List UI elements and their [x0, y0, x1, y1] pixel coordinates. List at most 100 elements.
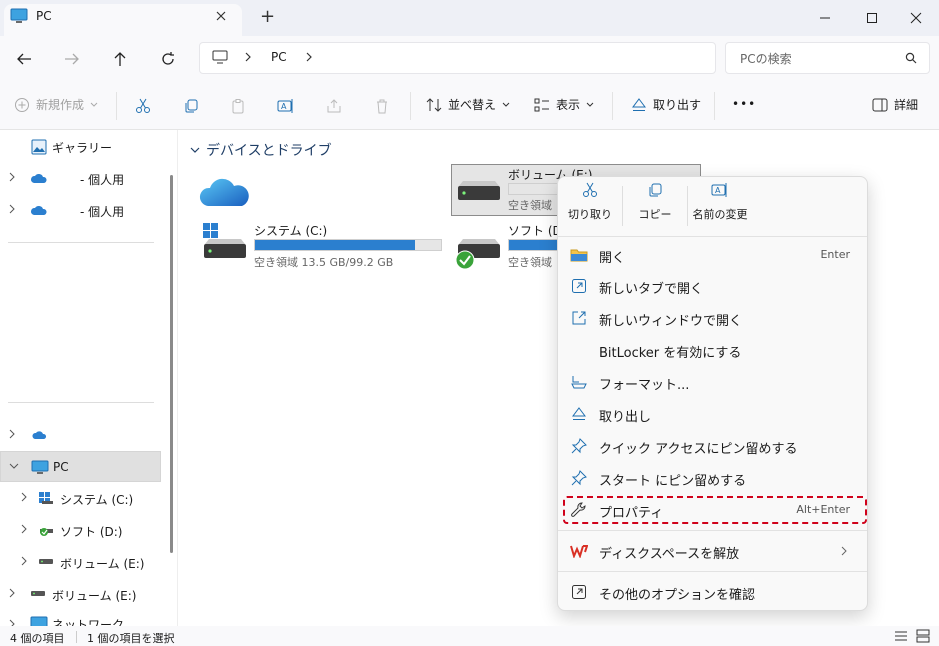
drive-e-usage-bar: [508, 183, 557, 195]
divider: [76, 631, 77, 643]
monitor-icon: [212, 50, 228, 64]
copy-icon[interactable]: [181, 96, 201, 116]
share-icon[interactable]: [324, 96, 344, 116]
nav-drive-e[interactable]: ボリューム (E:): [0, 547, 160, 577]
refresh-button[interactable]: [156, 48, 180, 70]
chevron-right-icon[interactable]: [243, 51, 253, 63]
nav-drive-d-label: ソフト (D:): [60, 525, 123, 539]
drive-check-icon: [40, 528, 53, 536]
chevron-down-icon: [9, 463, 19, 469]
details-button[interactable]: 詳細: [872, 96, 918, 113]
open-new-tab-icon: [570, 278, 588, 294]
view-button[interactable]: 表示: [534, 96, 594, 113]
sort-icon: [426, 97, 442, 112]
nav-network[interactable]: ネットワーク: [0, 611, 160, 626]
wps-icon: [570, 543, 588, 559]
nav-onedrive-2[interactable]: - 個人用: [0, 195, 160, 225]
nav-onedrive-3[interactable]: [0, 420, 160, 450]
cut-icon: [583, 182, 597, 197]
new-label: 新規作成: [36, 98, 85, 112]
ctx-rename-button[interactable]: A 名前の変更: [688, 182, 752, 232]
nav-onedrive-1[interactable]: - 個人用: [0, 163, 160, 193]
sort-button[interactable]: 並べ替え: [426, 96, 510, 113]
group-header-devices[interactable]: デバイスとドライブ: [190, 140, 332, 160]
delete-icon[interactable]: [372, 96, 392, 116]
chevron-right-icon: [9, 429, 15, 439]
ctx-pin-start-label: スタート にピン留めする: [599, 474, 747, 489]
minimize-button[interactable]: [802, 0, 848, 36]
sort-label: 並べ替え: [448, 98, 497, 112]
nav-pc-label: PC: [53, 460, 69, 474]
nav-drive-c[interactable]: システム (C:): [0, 483, 160, 513]
nav-gallery[interactable]: ギャラリー: [0, 131, 160, 161]
divider: [558, 236, 867, 237]
chevron-right-icon[interactable]: [304, 51, 314, 63]
forward-button[interactable]: [60, 48, 84, 70]
cut-icon[interactable]: [133, 96, 153, 116]
breadcrumb-pc[interactable]: PC: [271, 50, 287, 64]
ctx-open-new-window[interactable]: 新しいウィンドウで開く: [561, 303, 864, 333]
close-window-button[interactable]: [893, 0, 939, 36]
chevron-right-icon: [21, 524, 27, 534]
ctx-bitlocker[interactable]: BitLocker を有効にする: [561, 335, 864, 365]
ctx-cut-button[interactable]: 切り取り: [558, 182, 622, 232]
divider: [558, 530, 867, 531]
tiles-view-icon[interactable]: [916, 629, 930, 643]
divider: [410, 92, 411, 120]
ctx-copy-button[interactable]: コピー: [623, 182, 687, 232]
view-label: 表示: [556, 98, 581, 112]
drive-d-free: 空き領域: [508, 256, 552, 269]
eject-button[interactable]: 取り出す: [631, 96, 701, 113]
ctx-bitlocker-label: BitLocker を有効にする: [599, 346, 742, 361]
close-tab-icon[interactable]: [214, 9, 228, 23]
nav-gallery-label: ギャラリー: [52, 141, 113, 155]
search-icon: [905, 52, 917, 64]
onedrive-icon: [32, 431, 47, 439]
sidebar-scrollbar[interactable]: [170, 175, 173, 553]
divider: [612, 92, 613, 120]
status-selected: 1 個の項目を選択: [87, 632, 175, 645]
drive-e-icon[interactable]: [454, 174, 502, 206]
ctx-pin-start[interactable]: スタート にピン留めする: [561, 463, 864, 493]
ctx-open-shortcut: Enter: [820, 248, 850, 261]
back-button[interactable]: [12, 48, 36, 70]
drive-d-icon[interactable]: [454, 230, 502, 272]
drive-c-name[interactable]: システム (C:): [254, 222, 327, 239]
more-options-button[interactable]: •••: [732, 97, 756, 111]
onedrive-icon: [30, 173, 47, 183]
ctx-format[interactable]: フォーマット...: [561, 367, 864, 397]
chevron-down-icon: [190, 147, 200, 153]
divider: [116, 92, 117, 120]
new-button[interactable]: 新規作成: [14, 96, 98, 113]
ctx-open[interactable]: 開く Enter: [561, 240, 864, 270]
divider: [8, 242, 154, 243]
monitor-icon: [31, 460, 49, 474]
ctx-pin-quick-access-label: クイック アクセスにピン留めする: [599, 442, 798, 457]
chevron-down-icon: [90, 102, 98, 107]
details-label: 詳細: [894, 98, 919, 112]
nav-drive-e-root[interactable]: ボリューム (E:): [0, 579, 160, 609]
svg-text:A: A: [715, 186, 721, 195]
ctx-eject[interactable]: 取り出し: [561, 399, 864, 429]
nav-pc[interactable]: PC: [0, 451, 161, 482]
drive-c-usage-bar: [254, 239, 442, 251]
drive-c-icon[interactable]: [201, 222, 247, 260]
chevron-right-icon: [21, 556, 27, 566]
onedrive-large-icon[interactable]: [198, 170, 250, 210]
new-tab-button[interactable]: +: [260, 8, 275, 26]
maximize-button[interactable]: [849, 0, 895, 36]
chevron-right-icon: [841, 546, 847, 556]
nav-onedrive-2-label: - 個人用: [80, 205, 125, 219]
ctx-free-disk-space[interactable]: ディスクスペースを解放: [561, 536, 864, 566]
windows-drive-icon: [39, 492, 53, 504]
ctx-open-new-tab[interactable]: 新しいタブで開く: [561, 271, 864, 301]
ctx-pin-quick-access[interactable]: クイック アクセスにピン留めする: [561, 431, 864, 461]
rename-icon[interactable]: A: [276, 96, 296, 116]
nav-drive-d[interactable]: ソフト (D:): [0, 515, 160, 545]
nav-onedrive-1-label: - 個人用: [80, 173, 125, 187]
paste-icon[interactable]: [228, 96, 248, 116]
up-button[interactable]: [108, 48, 132, 70]
ctx-cut-label: 切り取り: [568, 208, 612, 221]
details-view-icon[interactable]: [894, 630, 908, 642]
ctx-more-options[interactable]: その他のオプションを確認: [561, 577, 864, 607]
